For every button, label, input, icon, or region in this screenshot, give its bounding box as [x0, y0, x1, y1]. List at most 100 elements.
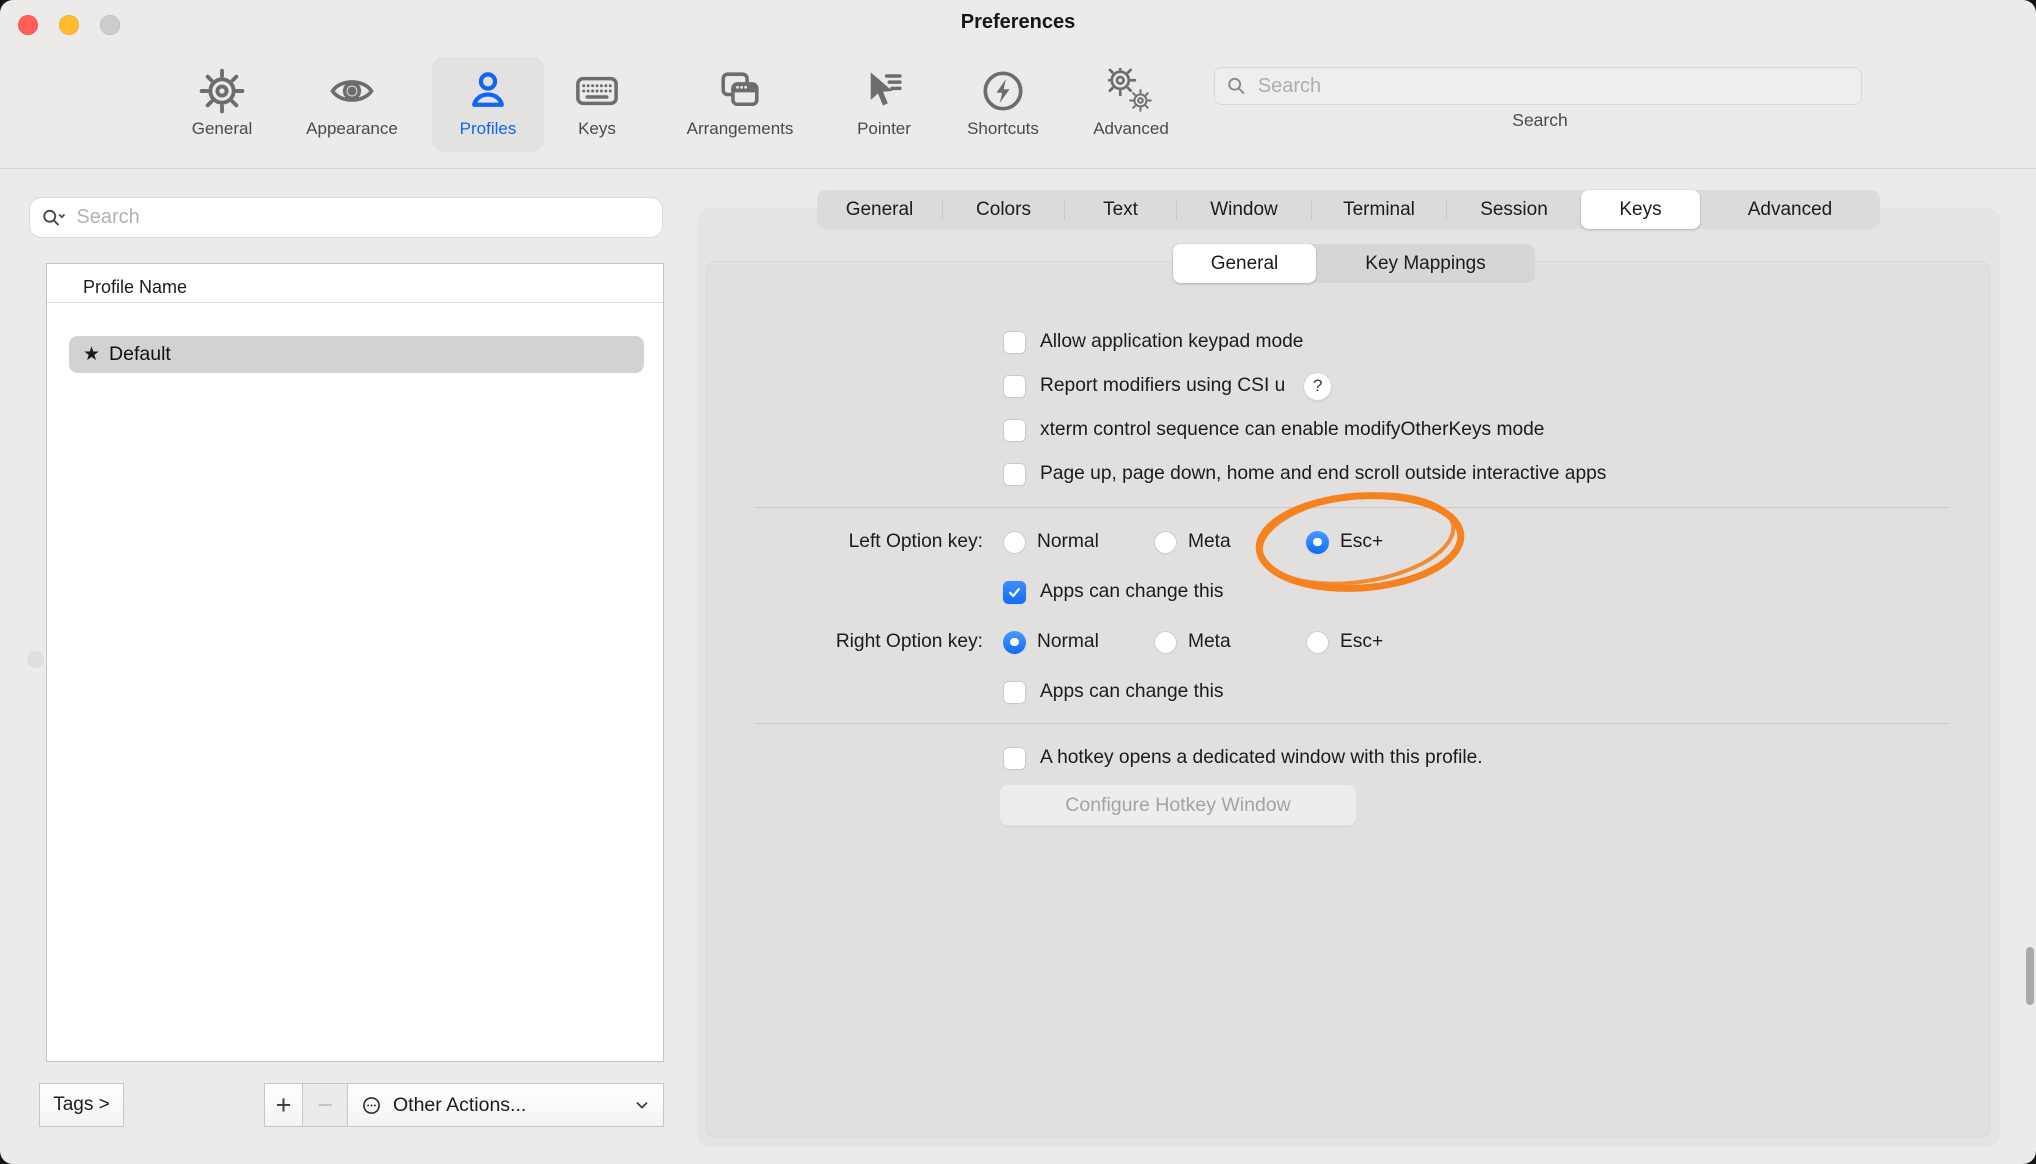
checkbox-label: Apps can change this [1040, 681, 1223, 703]
toolbar-label: Keys [578, 119, 616, 139]
radio-unselected [1003, 531, 1026, 554]
toolbar-item-pointer[interactable]: Pointer [828, 57, 940, 152]
toolbar-label: Shortcuts [967, 119, 1039, 139]
search-menu-icon [41, 207, 65, 229]
tab-window[interactable]: Window [1177, 190, 1311, 229]
keys-subtab-bar: General Key Mappings [1173, 244, 1535, 283]
title-bar: Preferences [0, 0, 2036, 50]
profile-tab-bar: General Colors Text Window Terminal Sess… [817, 190, 1880, 229]
toolbar-search-label: Search [1440, 110, 1640, 131]
cursor-icon [861, 68, 907, 114]
checkbox-unchecked [1003, 375, 1026, 398]
bolt-circle-icon [980, 68, 1026, 114]
radio-unselected [1306, 631, 1329, 654]
toolbar-item-keys[interactable]: Keys [541, 57, 653, 152]
radio-right-option-meta[interactable]: Meta [1154, 628, 1231, 656]
windows-icon [717, 68, 763, 114]
checkbox-label: Page up, page down, home and end scroll … [1040, 463, 1606, 485]
radio-unselected [1154, 531, 1177, 554]
radio-left-option-meta[interactable]: Meta [1154, 528, 1231, 556]
other-actions-dropdown[interactable]: Other Actions... [348, 1084, 663, 1126]
checkbox-row-csi-u[interactable]: Report modifiers using CSI u ? [1003, 372, 1332, 400]
checkbox-row-right-apps-can-change[interactable]: Apps can change this [1003, 678, 1223, 706]
section-divider [755, 507, 1950, 508]
window-title: Preferences [0, 11, 2036, 34]
section-divider [755, 723, 1950, 724]
toolbar-item-arrangements[interactable]: Arrangements [684, 57, 796, 152]
checkbox-row-scroll-outside[interactable]: Page up, page down, home and end scroll … [1003, 460, 1606, 488]
checkbox-unchecked [1003, 331, 1026, 354]
tab-terminal[interactable]: Terminal [1312, 190, 1446, 229]
checkbox-unchecked [1003, 463, 1026, 486]
profile-actions-group: + − Other Actions... [265, 1084, 663, 1126]
toolbar-item-appearance[interactable]: Appearance [296, 57, 408, 152]
checkbox-label: A hotkey opens a dedicated window with t… [1040, 747, 1483, 769]
checkbox-unchecked [1003, 747, 1026, 770]
radio-left-option-normal[interactable]: Normal [1003, 528, 1099, 556]
configure-hotkey-window-label: Configure Hotkey Window [1065, 794, 1290, 817]
scrollbar-thumb[interactable] [2026, 947, 2034, 1005]
check-icon [1007, 585, 1022, 600]
profile-search-field[interactable] [29, 197, 663, 238]
tab-session[interactable]: Session [1447, 190, 1581, 229]
checkbox-row-keypad-mode[interactable]: Allow application keypad mode [1003, 328, 1303, 356]
radio-right-option-normal[interactable]: Normal [1003, 628, 1099, 656]
configure-hotkey-window-button[interactable]: Configure Hotkey Window [999, 784, 1357, 826]
profile-list: Profile Name ★ Default [47, 264, 663, 1061]
right-option-key-label: Right Option key: [700, 628, 983, 656]
radio-selected [1306, 531, 1329, 554]
star-icon: ★ [83, 343, 100, 366]
checkbox-row-modifyotherkeys[interactable]: xterm control sequence can enable modify… [1003, 416, 1544, 444]
preferences-window: Preferences General Appearance Profiles [0, 0, 2036, 1164]
checkbox-unchecked [1003, 681, 1026, 704]
help-button[interactable]: ? [1303, 372, 1332, 401]
subtab-key-mappings[interactable]: Key Mappings [1316, 244, 1535, 283]
checkbox-label: Report modifiers using CSI u [1040, 375, 1285, 397]
eye-icon [329, 68, 375, 114]
add-profile-button[interactable]: + [265, 1084, 303, 1126]
toolbar-label: Appearance [306, 119, 398, 139]
profile-list-header: Profile Name [47, 264, 663, 301]
minus-icon: − [317, 1090, 333, 1121]
checkbox-checked [1003, 581, 1026, 604]
header-divider [47, 302, 663, 303]
toolbar-item-profiles[interactable]: Profiles [432, 57, 544, 152]
radio-right-option-esc[interactable]: Esc+ [1306, 628, 1383, 656]
left-option-key-label: Left Option key: [700, 528, 983, 556]
toolbar-label: Profiles [460, 119, 517, 139]
checkbox-label: xterm control sequence can enable modify… [1040, 419, 1544, 441]
toolbar-label: General [192, 119, 252, 139]
checkbox-row-hotkey-window[interactable]: A hotkey opens a dedicated window with t… [1003, 744, 1483, 772]
checkbox-label: Apps can change this [1040, 581, 1223, 603]
toolbar-label: Advanced [1093, 119, 1169, 139]
remove-profile-button[interactable]: − [303, 1084, 348, 1126]
tags-button[interactable]: Tags > [40, 1084, 123, 1126]
profile-row-default[interactable]: ★ Default [69, 336, 644, 373]
toolbar-item-advanced[interactable]: Advanced [1075, 57, 1187, 152]
tab-general[interactable]: General [817, 190, 942, 229]
gears-icon [1108, 68, 1154, 114]
plus-icon: + [276, 1090, 292, 1121]
tab-text[interactable]: Text [1065, 190, 1176, 229]
tags-button-label: Tags > [53, 1094, 110, 1116]
toolbar-item-general[interactable]: General [166, 57, 278, 152]
tab-keys[interactable]: Keys [1581, 190, 1700, 229]
radio-left-option-esc[interactable]: Esc+ [1306, 528, 1383, 556]
keyboard-icon [574, 68, 620, 114]
profile-name: Default [109, 343, 171, 366]
toolbar-item-shortcuts[interactable]: Shortcuts [947, 57, 1059, 152]
checkbox-row-left-apps-can-change[interactable]: Apps can change this [1003, 578, 1223, 606]
toolbar-divider [0, 168, 2036, 169]
toolbar-search-input[interactable] [1256, 74, 1850, 99]
ellipsis-circle-icon [360, 1094, 383, 1117]
tab-colors[interactable]: Colors [943, 190, 1064, 229]
radio-unselected [1154, 631, 1177, 654]
toolbar-search-field[interactable] [1214, 67, 1862, 105]
search-icon [1226, 75, 1247, 97]
profile-search-input[interactable] [74, 205, 651, 230]
subtab-general[interactable]: General [1173, 244, 1316, 283]
tab-advanced[interactable]: Advanced [1700, 190, 1880, 229]
keys-general-pane [706, 261, 1990, 1138]
gear-icon [199, 68, 245, 114]
splitter-handle[interactable] [27, 651, 44, 668]
